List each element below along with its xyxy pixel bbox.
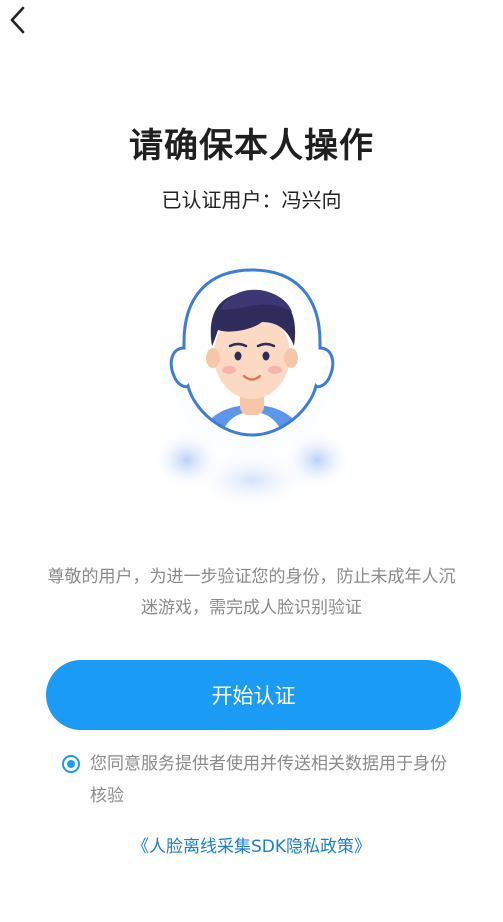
consent-row: 您同意服务提供者使用并传送相关数据用于身份核验 <box>62 748 462 812</box>
start-verification-button[interactable]: 开始认证 <box>46 660 461 730</box>
face-portrait-icon <box>117 250 387 520</box>
privacy-policy-link[interactable]: 《人脸离线采集SDK隐私政策》 <box>0 832 503 857</box>
chevron-left-icon <box>10 6 25 34</box>
page-title: 请确保本人操作 <box>129 126 374 166</box>
back-button[interactable] <box>4 6 32 34</box>
verification-description: 尊敬的用户，为进一步验证您的身份，防止未成年人沉迷游戏，需完成人脸识别验证 <box>47 567 456 618</box>
consent-text: 您同意服务提供者使用并传送相关数据用于身份核验 <box>90 754 447 806</box>
face-illustration <box>102 250 402 530</box>
verified-user-label: 已认证用户：冯兴向 <box>161 188 342 212</box>
consent-radio[interactable] <box>62 755 80 773</box>
radio-checked-icon <box>67 760 75 768</box>
